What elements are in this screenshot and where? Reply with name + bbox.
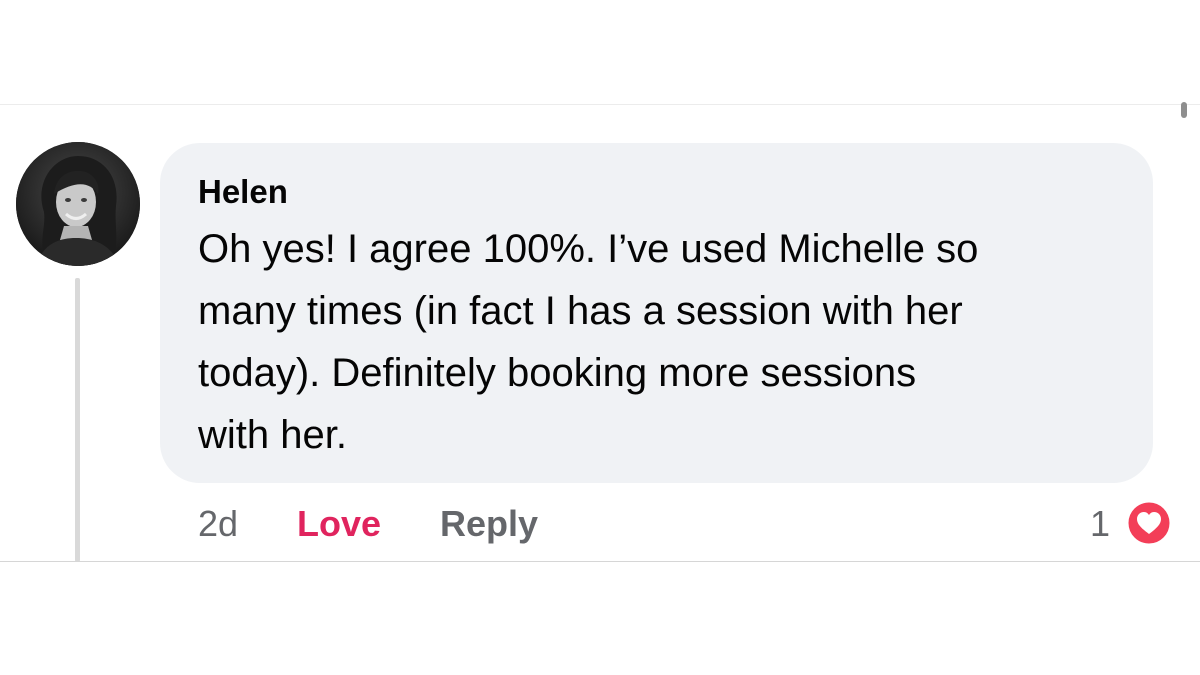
top-divider — [0, 104, 1200, 105]
avatar[interactable] — [16, 142, 140, 266]
comment-author[interactable]: Helen — [198, 172, 288, 212]
bottom-divider — [0, 561, 1200, 562]
heart-reaction-icon[interactable] — [1125, 499, 1173, 547]
comment-view: Helen Oh yes! I agree 100%. I’ve used Mi… — [0, 0, 1200, 675]
comment-text-line: today). Definitely booking more sessions — [198, 351, 917, 395]
scroll-indicator[interactable] — [1181, 102, 1187, 118]
comment-text-line: many times (in fact I has a session with… — [198, 289, 963, 333]
comment-text-line: Oh yes! I agree 100%. I’ve used Michelle… — [198, 227, 979, 271]
love-button[interactable]: Love — [297, 502, 381, 546]
comment-timestamp: 2d — [198, 503, 239, 544]
reply-button[interactable]: Reply — [440, 502, 538, 546]
thread-line — [75, 278, 80, 562]
reaction-count[interactable]: 1 — [1090, 502, 1110, 546]
comment-text-line: with her. — [198, 413, 347, 457]
avatar-photo-icon — [16, 142, 140, 266]
